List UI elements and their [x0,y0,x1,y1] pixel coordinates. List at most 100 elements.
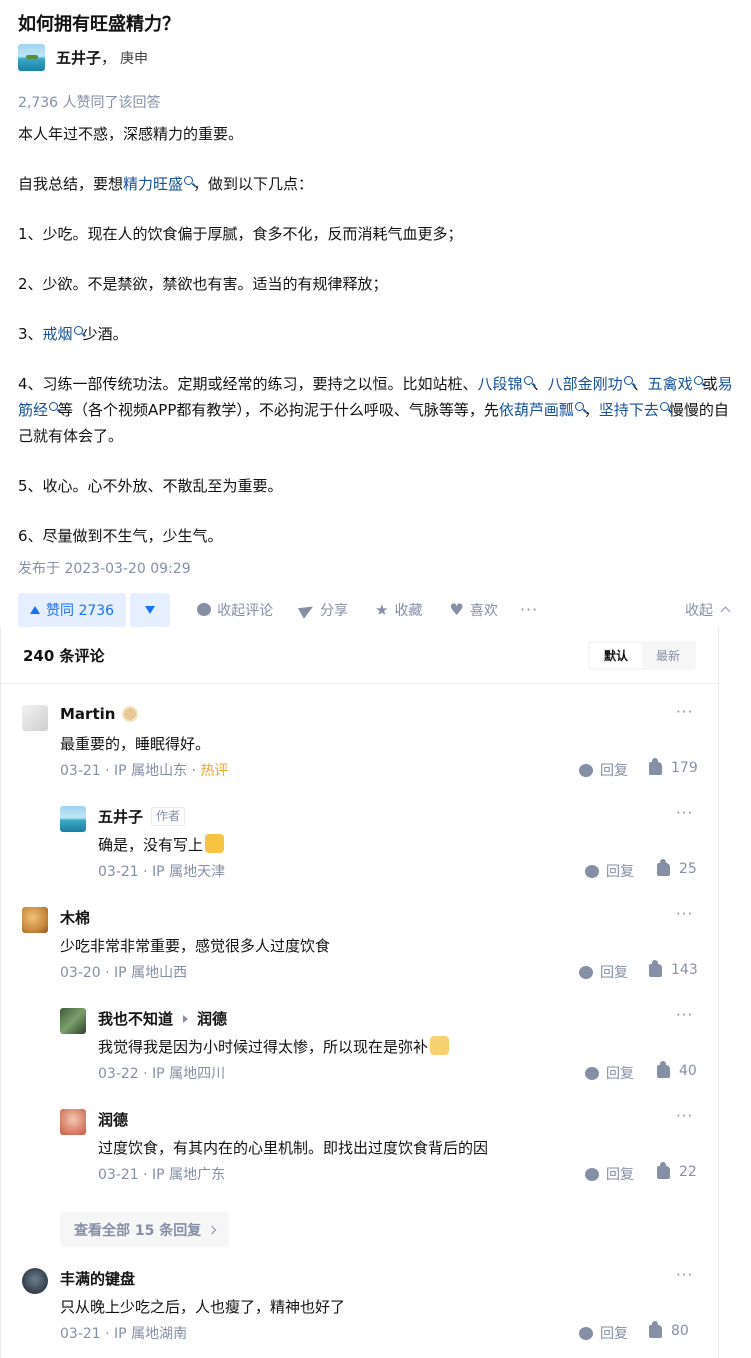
comment-author[interactable]: 五井子 作者 [98,806,186,827]
more-icon[interactable]: ··· [676,1266,693,1284]
like-button[interactable]: 25 [657,858,697,877]
reply-button[interactable]: 回复 [579,1323,628,1343]
keyword-link[interactable]: 戒烟 [43,325,83,343]
author-avatar[interactable] [18,44,45,71]
comment-text: 确是，没有写上 [98,834,225,855]
like-button[interactable]: 179 [649,757,698,776]
paragraph: 2、少欲。不是禁欲，禁欲也有害。适当的有规律释放； [18,275,388,293]
more-icon[interactable]: ··· [676,703,693,721]
search-icon [73,326,83,335]
comment-author[interactable]: Martin [60,705,139,723]
action-bar: 赞同 2736 收起评论 分享 ★ 收藏 ♥ 喜欢 ··· 收起 [18,592,733,627]
comment-icon [579,763,593,777]
like-button[interactable]: 40 [657,1060,697,1079]
comment-item: 木棉 ··· 少吃非常非常重要，感觉很多人过度饮食 03-20 · IP 属地山… [22,905,698,983]
favorite-button[interactable]: ★ 收藏 [375,600,422,620]
paper-plane-icon [298,600,317,619]
comment-item: Martin ··· 最重要的，睡眠得好。 03-21 · IP 属地山东 · … [22,703,698,781]
like-button[interactable]: ♥ 喜欢 [450,600,498,620]
sort-latest-button[interactable]: 最新 [642,643,694,668]
more-icon[interactable]: ··· [676,1107,693,1125]
chevron-right-icon [207,1225,217,1234]
keyword-link[interactable]: 八段锦 [478,375,533,393]
comment-icon [585,1066,599,1080]
question-title[interactable]: 如何拥有旺盛精力？ [18,10,180,36]
author-separator: ， [101,49,117,67]
search-icon [659,402,669,411]
comment-text: 少吃非常非常重要，感觉很多人过度饮食 [60,937,331,955]
reply-button[interactable]: 回复 [579,962,628,982]
more-options-button[interactable]: ··· [520,600,538,619]
author-tag: 作者 [151,807,186,826]
author-bio: 庚申 [120,50,149,67]
reply-button[interactable]: 回复 [585,1063,634,1083]
keyword-link[interactable]: 依葫芦画瓢 [499,401,584,419]
reply-button[interactable]: 回复 [585,861,634,881]
more-icon[interactable]: ··· [676,905,693,923]
vote-down-button[interactable] [130,592,171,627]
reply-to-user[interactable]: 润德 [197,1008,227,1029]
share-button[interactable]: 分享 [298,600,348,620]
comment-item: 润德 ··· 过度饮食，有其内在的心里机制。即找出过度饮食背后的因 03-21 … [60,1107,698,1185]
cat-emoji-icon [430,1036,450,1055]
comment-icon [585,1167,599,1181]
comment-icon [579,965,593,979]
keyword-link[interactable]: 坚持下去 [599,401,669,419]
comment-author[interactable]: 我也不知道 润德 [98,1008,227,1029]
sort-toggle: 默认 最新 [587,640,696,670]
collapse-answer-button[interactable]: 收起 [685,600,731,620]
avatar[interactable] [60,806,86,832]
search-icon [184,176,194,185]
reply-button[interactable]: 回复 [585,1164,634,1184]
thumbs-up-icon [649,757,662,775]
comment-meta: 03-20 · IP 属地山西 [60,965,188,981]
paragraph: 5、收心。心不外放、不散乱至为重要。 [18,477,283,495]
vote-summary[interactable]: 2,736 人赞同了该回答 [18,92,161,112]
more-icon[interactable]: ··· [676,804,693,822]
avatar[interactable] [22,907,48,933]
keyword-link[interactable]: 精力旺盛 [123,175,194,193]
avatar[interactable] [22,705,48,731]
paragraph: 1、少吃。现在人的饮食偏于厚腻，食多不化，反而消耗气血更多； [18,225,463,243]
thumbs-up-icon [657,1161,670,1179]
avatar[interactable] [22,1268,48,1294]
chevron-up-icon [720,606,731,617]
author-info: 五井子 ， 庚申 [18,44,148,71]
comment-text: 最重要的，睡眠得好。 [60,735,211,753]
comment-author[interactable]: 丰满的键盘 [60,1268,135,1289]
comment-author[interactable]: 润德 [98,1109,128,1130]
triangle-down-icon [145,605,156,614]
vote-up-button[interactable]: 赞同 2736 [18,592,127,627]
like-button[interactable]: 143 [649,959,698,978]
publish-time[interactable]: 发布于 2023-03-20 09:29 [18,558,191,578]
collapse-comments-button[interactable]: 收起评论 [197,600,273,620]
reply-button[interactable]: 回复 [579,760,628,780]
comment-item: 我也不知道 润德 ··· 我觉得我是因为小时候过得太惨，所以现在是弥补 03-22… [60,1006,698,1084]
comment-text: 过度饮食，有其内在的心里机制。即找出过度饮食背后的因 [98,1139,489,1157]
comment-icon [585,864,599,878]
comment-item: 五井子 作者 ··· 确是，没有写上 03-21 · IP 属地天津 回复 25 [60,804,698,882]
sort-default-button[interactable]: 默认 [589,642,642,668]
more-icon[interactable]: ··· [676,1006,693,1024]
comment-meta: 03-21 · IP 属地山东 · 热评 [60,763,229,779]
reply-arrow-icon [183,1014,189,1023]
comments-count: 240 条评论 [23,646,105,665]
avatar[interactable] [60,1109,86,1135]
search-icon [49,402,59,411]
comment-author[interactable]: 木棉 [60,907,90,928]
thumbs-up-icon [657,1060,670,1078]
keyword-link[interactable]: 八部金刚功 [548,375,633,393]
like-button[interactable]: 80 [649,1320,689,1339]
author-name[interactable]: 五井子 [56,47,101,68]
thumbs-up-icon [649,1320,662,1338]
paragraph: 自我总结，要想精力旺盛 ，做到以下几点： [18,175,314,193]
comment-icon [579,1326,593,1340]
thumbs-up-icon [649,959,662,977]
view-all-replies-button[interactable]: 查看全部 15 条回复 [60,1212,230,1247]
keyword-link[interactable]: 五禽戏 [648,375,703,393]
avatar[interactable] [60,1008,86,1034]
like-button[interactable]: 22 [657,1161,697,1180]
comment-item: 丰满的键盘 ··· 只从晚上少吃之后，人也瘦了，精神也好了 03-21 · IP… [22,1266,698,1344]
search-icon [693,376,703,385]
triangle-up-icon [30,605,40,614]
